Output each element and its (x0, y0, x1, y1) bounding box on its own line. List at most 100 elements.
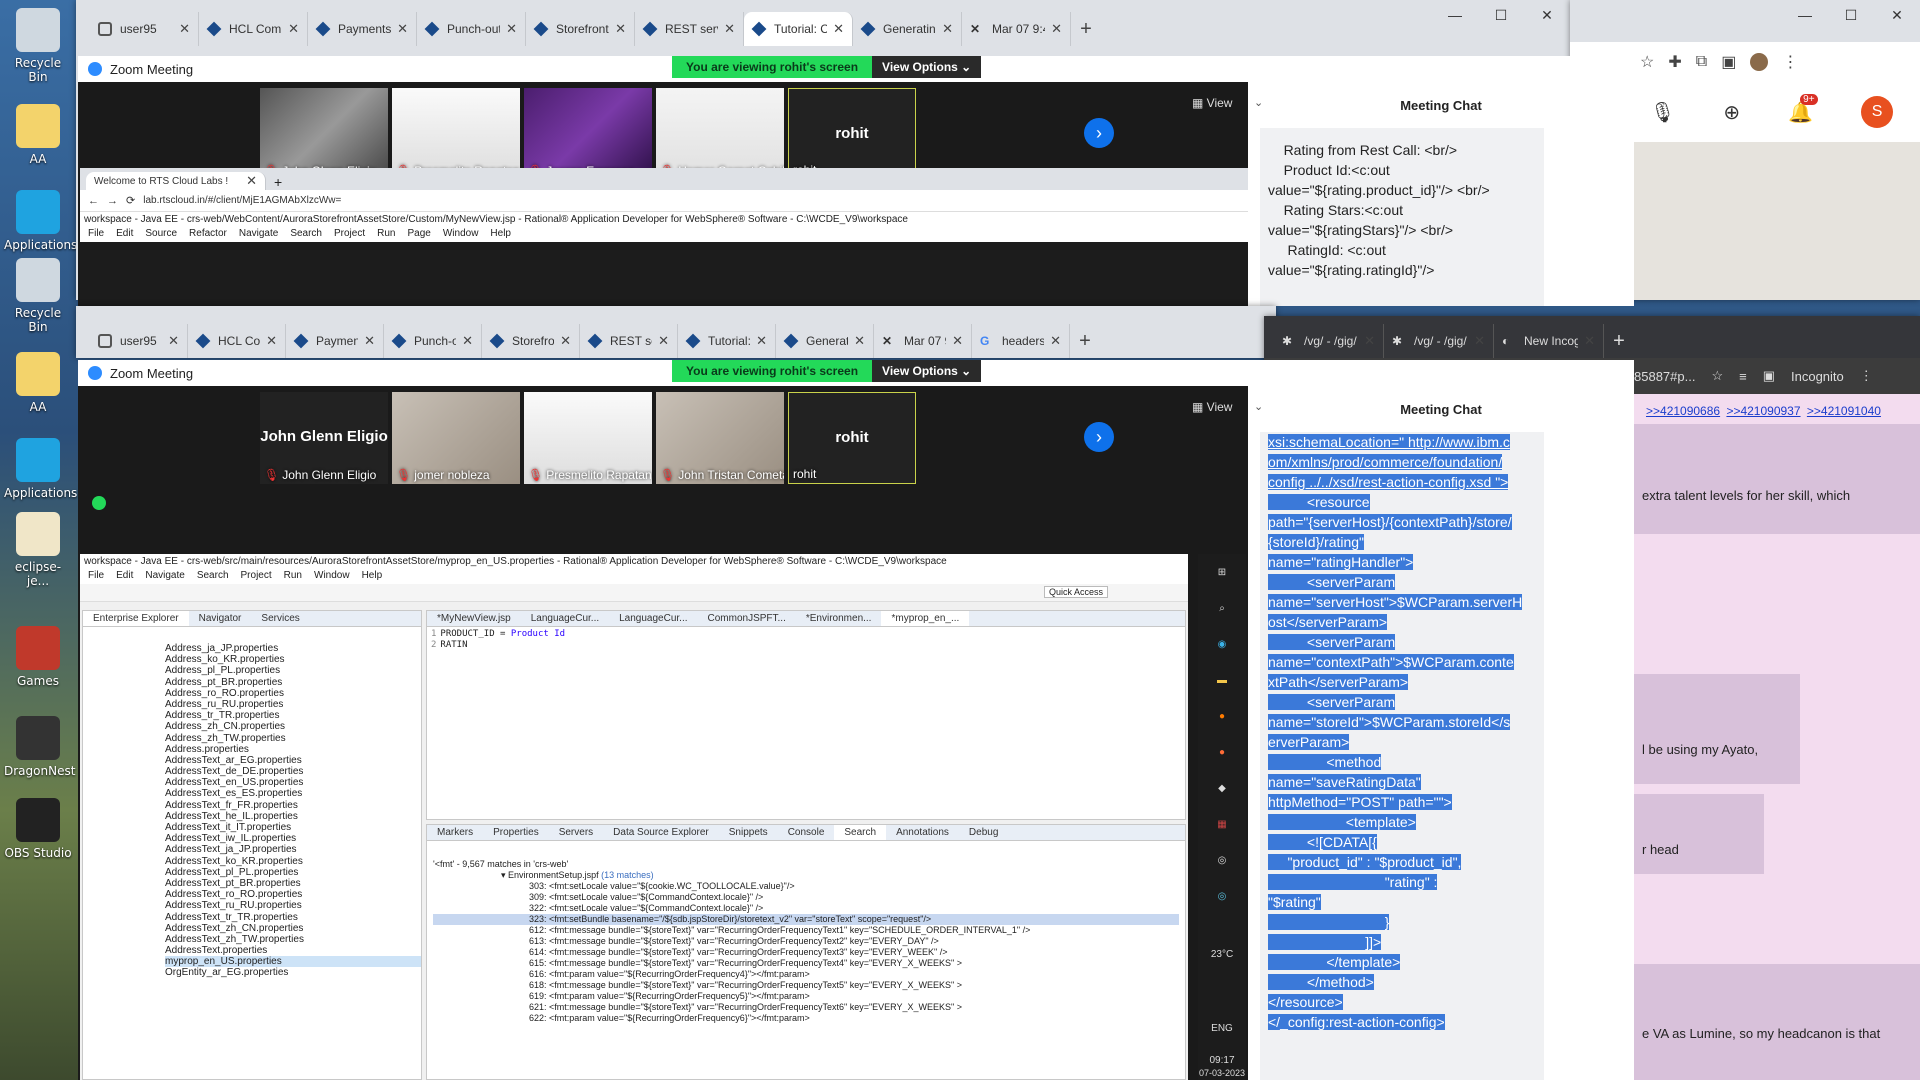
close-icon[interactable]: ✕ (952, 333, 963, 349)
participant-tile[interactable]: John Glenn Eligio 🎙 John Glenn Eligio (260, 392, 388, 484)
menu-item[interactable]: Window (314, 570, 350, 584)
search-result-item[interactable]: 614: <fmt:message bundle="${storeText}" … (433, 947, 1179, 958)
close-icon[interactable]: ✕ (942, 21, 953, 37)
menu-item[interactable]: Page (407, 228, 430, 242)
microphone-icon[interactable]: 🎙 (1650, 100, 1675, 125)
file-tree-item[interactable]: AddressText_zh_TW.properties (165, 934, 421, 945)
close-icon[interactable]: ✕ (1474, 333, 1485, 349)
file-tree-item[interactable]: AddressText_ja_JP.properties (165, 844, 421, 855)
browser-tab[interactable]: ✕ Mar 07 9:4 ✕ (874, 324, 972, 358)
desktop-icon[interactable]: DragonNest (4, 716, 75, 778)
close-icon[interactable]: ✕ (397, 21, 408, 37)
search-result-item[interactable]: 322: <fmt:setLocale value="${CommandCont… (433, 903, 1179, 914)
view-options-button[interactable]: View Options ⌄ (872, 360, 982, 382)
file-tree-item[interactable]: AddressText_tr_TR.properties (165, 912, 421, 923)
extension-icon[interactable]: ✚ (1668, 52, 1681, 72)
close-icon[interactable]: ✕ (615, 21, 626, 37)
close-icon[interactable]: ✕ (1874, 0, 1920, 30)
browser-tab[interactable]: Storefront ✕ (482, 324, 580, 358)
view-tab[interactable]: Data Source Explorer (603, 825, 719, 840)
search-result-item[interactable]: 323: <fmt:setBundle basename="/${sdb.jsp… (433, 914, 1179, 925)
forward-icon[interactable]: → (107, 195, 118, 207)
view-tab[interactable]: Snippets (719, 825, 778, 840)
search-result-item[interactable]: 616: <fmt:param value="${RecurringOrderF… (433, 969, 1179, 980)
menu-item[interactable]: File (88, 570, 104, 584)
reload-icon[interactable]: ⟳ (126, 194, 135, 207)
search-result-item[interactable]: 303: <fmt:setLocale value="${cookie.WC_T… (433, 881, 1179, 892)
file-tree-item[interactable]: Address.properties (165, 744, 421, 755)
menu-item[interactable]: Search (197, 570, 229, 584)
close-icon[interactable]: ✕ (1584, 333, 1595, 349)
close-icon[interactable]: ✕ (1364, 333, 1375, 349)
file-tree-item[interactable]: AddressText.properties (165, 945, 421, 956)
view-tab[interactable]: Servers (549, 825, 603, 840)
search-result-item[interactable]: 613: <fmt:message bundle="${storeText}" … (433, 936, 1179, 947)
incognito-tab[interactable]: ✱ /vg/ - /gig/ ✕ (1384, 324, 1494, 358)
view-tab[interactable]: *Environmen... (796, 611, 882, 626)
view-tab[interactable]: Navigator (189, 611, 252, 626)
menu-item[interactable]: Source (145, 228, 177, 242)
star-icon[interactable]: ☆ (1640, 52, 1654, 72)
browser-tab[interactable]: Payments ✕ (286, 324, 384, 358)
participant-tile[interactable]: rohit rohit (788, 392, 916, 484)
browser-tab[interactable]: Generating th ✕ (853, 12, 962, 46)
close-icon[interactable]: ✕ (1050, 333, 1061, 349)
close-icon[interactable]: ✕ (724, 21, 735, 37)
file-tree-item[interactable]: Address_ru_RU.properties (165, 699, 421, 710)
postman-icon[interactable]: ● (1198, 734, 1246, 770)
menu-item[interactable]: Project (241, 570, 272, 584)
chrome-icon[interactable]: ◎ (1198, 842, 1246, 878)
file-tree-item[interactable]: Address_pl_PL.properties (165, 665, 421, 676)
close-icon[interactable]: ✕ (658, 333, 669, 349)
file-tree-item[interactable]: myprop_en_US.properties (165, 956, 421, 968)
close-icon[interactable]: ✕ (1524, 0, 1570, 30)
video-add-icon[interactable]: ⊕ (1723, 100, 1740, 125)
sidepanel-icon[interactable]: ▣ (1721, 52, 1736, 72)
file-tree-item[interactable]: Address_ro_RO.properties (165, 688, 421, 699)
file-tree-item[interactable]: AddressText_it_IT.properties (165, 822, 421, 833)
app-icon[interactable]: ◆ (1198, 770, 1246, 806)
view-tab[interactable]: Markers (427, 825, 483, 840)
new-tab-button[interactable]: + (1604, 324, 1634, 358)
file-tree-item[interactable]: AddressText_es_ES.properties (165, 788, 421, 799)
file-tree-item[interactable]: AddressText_ro_RO.properties (165, 889, 421, 900)
view-tab[interactable]: Enterprise Explorer (83, 611, 189, 626)
file-tree-item[interactable]: OrgEntity_ar_EG.properties (165, 967, 421, 978)
back-icon[interactable]: ← (88, 195, 99, 207)
browser-tab[interactable]: Punch-out p ✕ (417, 12, 526, 46)
puzzle-icon[interactable]: ⧉ (1696, 53, 1707, 71)
view-tab[interactable]: LanguageCur... (609, 611, 697, 626)
search-result-item[interactable]: 612: <fmt:message bundle="${storeText}" … (433, 925, 1179, 936)
file-tree-item[interactable]: AddressText_ru_RU.properties (165, 900, 421, 911)
close-icon[interactable]: ✕ (833, 21, 844, 37)
file-tree-item[interactable]: Address_tr_TR.properties (165, 710, 421, 721)
menu-item[interactable]: Edit (116, 570, 133, 584)
view-tab[interactable]: Properties (483, 825, 549, 840)
menu-item[interactable]: Run (377, 228, 395, 242)
view-tab[interactable]: Search (834, 825, 887, 840)
browser-tab[interactable]: HCL Comm ✕ (188, 324, 286, 358)
view-options-button[interactable]: View Options ⌄ (872, 56, 982, 78)
close-icon[interactable]: ✕ (364, 333, 375, 349)
browser-tab[interactable]: user95 ✕ (90, 324, 188, 358)
post-link[interactable]: >>421091040 (1807, 404, 1881, 418)
close-icon[interactable]: ✕ (756, 333, 767, 349)
desktop-icon[interactable]: Applications (4, 438, 77, 500)
search-result-item[interactable]: 619: <fmt:param value="${RecurringOrderF… (433, 991, 1179, 1002)
menu-item[interactable]: File (88, 228, 104, 242)
desktop-icon[interactable]: Games (4, 626, 72, 688)
menu-item[interactable]: Search (290, 228, 322, 242)
view-tab[interactable]: Console (778, 825, 835, 840)
close-icon[interactable]: ✕ (179, 21, 190, 37)
browser-tab[interactable]: ✕ Mar 07 9:49 ✕ (962, 12, 1071, 46)
file-tree-item[interactable]: AddressText_en_US.properties (165, 777, 421, 788)
file-tree-item[interactable]: Address_ko_KR.properties (165, 654, 421, 665)
close-icon[interactable]: ✕ (462, 333, 473, 349)
incognito-tab[interactable]: ✱ /vg/ - /gig/ ✕ (1274, 324, 1384, 358)
media-icon[interactable]: ≡ (1739, 369, 1747, 384)
menu-item[interactable]: Run (284, 570, 302, 584)
menu-item[interactable]: Edit (116, 228, 133, 242)
search-file[interactable]: ▾ EnvironmentSetup.jspf (13 matches) (433, 870, 1179, 881)
desktop-icon[interactable]: OBS Studio (4, 798, 72, 860)
minimize-icon[interactable]: — (1432, 0, 1478, 30)
